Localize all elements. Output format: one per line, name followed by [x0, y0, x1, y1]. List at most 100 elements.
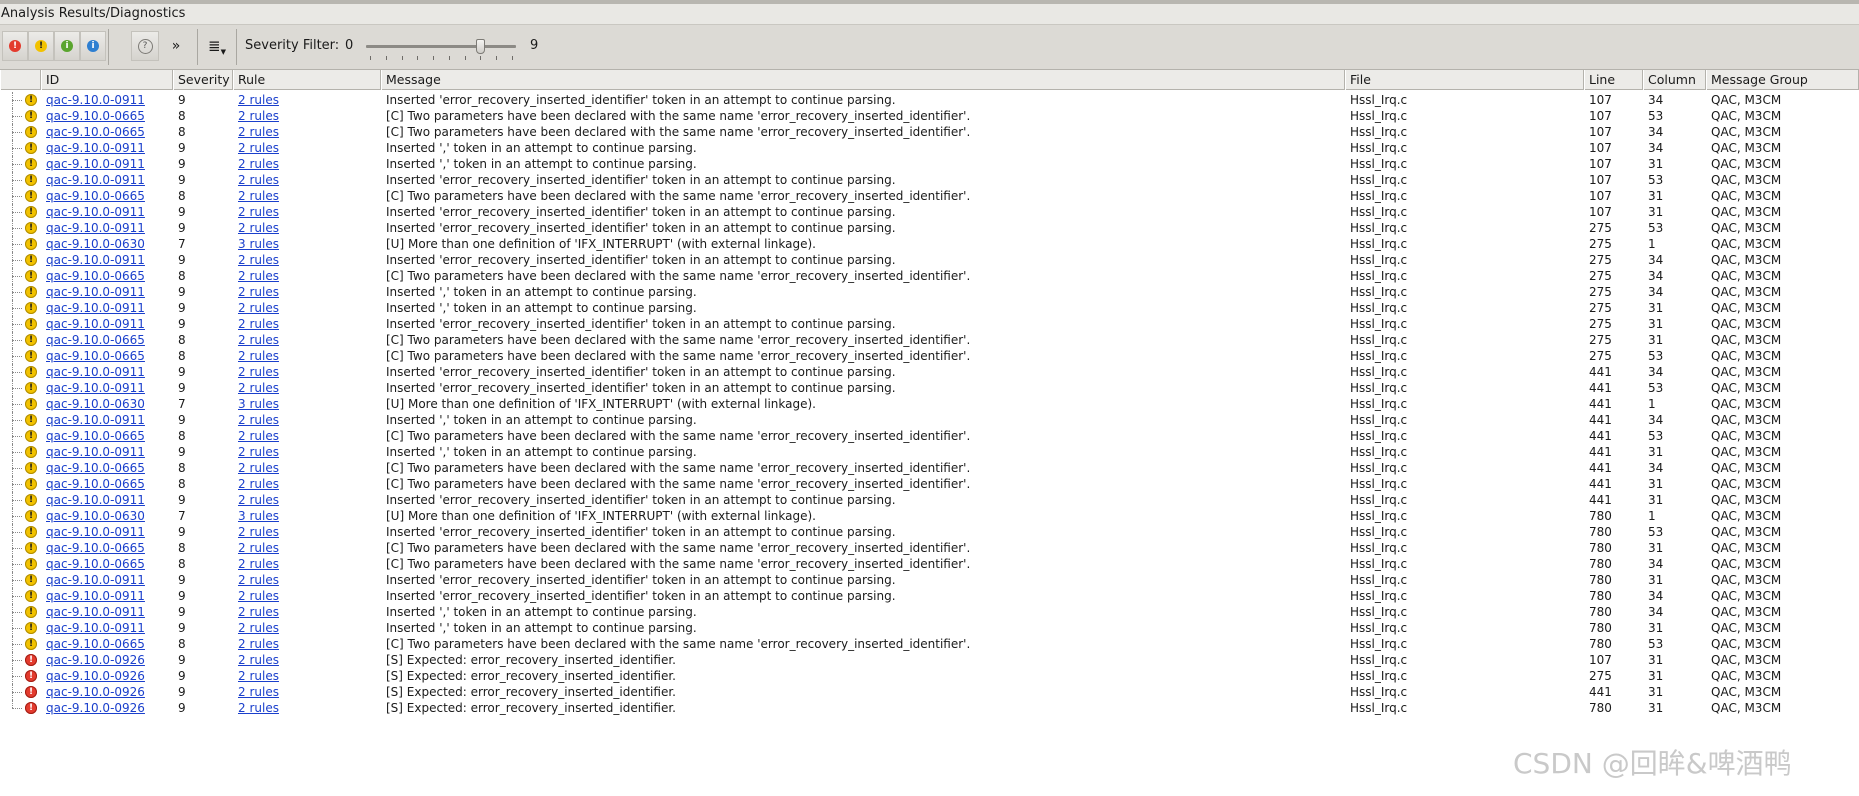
- cell-id[interactable]: qac-9.10.0-0911: [46, 588, 172, 604]
- cell-rule[interactable]: 2 rules: [238, 412, 380, 428]
- column-menu-button[interactable]: ≣ ▼: [203, 31, 231, 61]
- cell-rule[interactable]: 2 rules: [238, 364, 380, 380]
- table-row[interactable]: ! qac-9.10.0-0911 9 2 rules Inserted 'error_…: [0, 252, 1859, 268]
- slider-thumb[interactable]: [476, 39, 485, 54]
- cell-id[interactable]: qac-9.10.0-0911: [46, 316, 172, 332]
- table-row[interactable]: ! qac-9.10.0-0665 8 2 rules [C] Two paramete…: [0, 268, 1859, 284]
- cell-id[interactable]: qac-9.10.0-0665: [46, 540, 172, 556]
- cell-rule[interactable]: 2 rules: [238, 604, 380, 620]
- more-button[interactable]: »: [162, 31, 190, 61]
- cell-rule[interactable]: 3 rules: [238, 396, 380, 412]
- table-row[interactable]: ! qac-9.10.0-0911 9 2 rules Inserted 'error_…: [0, 380, 1859, 396]
- cell-rule[interactable]: 2 rules: [238, 652, 380, 668]
- table-row[interactable]: ! qac-9.10.0-0665 8 2 rules [C] Two paramete…: [0, 108, 1859, 124]
- cell-id[interactable]: qac-9.10.0-0911: [46, 620, 172, 636]
- header-col-severity[interactable]: Severity: [173, 70, 233, 90]
- cell-id[interactable]: qac-9.10.0-0665: [46, 124, 172, 140]
- table-row[interactable]: ! qac-9.10.0-0911 9 2 rules Inserted ',' tok…: [0, 140, 1859, 156]
- table-row[interactable]: ! qac-9.10.0-0665 8 2 rules [C] Two paramete…: [0, 636, 1859, 652]
- table-row[interactable]: ! qac-9.10.0-0926 9 2 rules [S] Expected: er…: [0, 684, 1859, 700]
- table-row[interactable]: ! qac-9.10.0-0926 9 2 rules [S] Expected: er…: [0, 700, 1859, 716]
- severity-slider[interactable]: [366, 39, 516, 63]
- cell-id[interactable]: qac-9.10.0-0665: [46, 428, 172, 444]
- table-row[interactable]: ! qac-9.10.0-0911 9 2 rules Inserted 'error_…: [0, 364, 1859, 380]
- cell-id[interactable]: qac-9.10.0-0665: [46, 108, 172, 124]
- table-row[interactable]: ! qac-9.10.0-0665 8 2 rules [C] Two paramete…: [0, 348, 1859, 364]
- cell-id[interactable]: qac-9.10.0-0911: [46, 156, 172, 172]
- warning-filter-button[interactable]: !: [28, 31, 54, 61]
- table-row[interactable]: ! qac-9.10.0-0911 9 2 rules Inserted 'error_…: [0, 204, 1859, 220]
- table-row[interactable]: ! qac-9.10.0-0911 9 2 rules Inserted 'error_…: [0, 588, 1859, 604]
- table-row[interactable]: ! qac-9.10.0-0665 8 2 rules [C] Two paramete…: [0, 556, 1859, 572]
- cell-rule[interactable]: 2 rules: [238, 284, 380, 300]
- cell-rule[interactable]: 2 rules: [238, 220, 380, 236]
- cell-rule[interactable]: 2 rules: [238, 348, 380, 364]
- cell-rule[interactable]: 2 rules: [238, 572, 380, 588]
- cell-id[interactable]: qac-9.10.0-0911: [46, 524, 172, 540]
- cell-id[interactable]: qac-9.10.0-0926: [46, 652, 172, 668]
- error-filter-button[interactable]: !: [2, 31, 28, 61]
- table-row[interactable]: ! qac-9.10.0-0911 9 2 rules Inserted ',' tok…: [0, 156, 1859, 172]
- table-row[interactable]: ! qac-9.10.0-0630 7 3 rules [U] More than on…: [0, 508, 1859, 524]
- cell-rule[interactable]: 2 rules: [238, 300, 380, 316]
- cell-id[interactable]: qac-9.10.0-0911: [46, 380, 172, 396]
- cell-id[interactable]: qac-9.10.0-0665: [46, 556, 172, 572]
- message-filter-button[interactable]: i: [80, 31, 106, 61]
- cell-id[interactable]: qac-9.10.0-0926: [46, 668, 172, 684]
- table-row[interactable]: ! qac-9.10.0-0911 9 2 rules Inserted ',' tok…: [0, 444, 1859, 460]
- cell-id[interactable]: qac-9.10.0-0926: [46, 684, 172, 700]
- cell-id[interactable]: qac-9.10.0-0911: [46, 604, 172, 620]
- table-row[interactable]: ! qac-9.10.0-0665 8 2 rules [C] Two paramete…: [0, 476, 1859, 492]
- cell-id[interactable]: qac-9.10.0-0911: [46, 220, 172, 236]
- cell-rule[interactable]: 2 rules: [238, 108, 380, 124]
- cell-rule[interactable]: 2 rules: [238, 492, 380, 508]
- cell-rule[interactable]: 2 rules: [238, 172, 380, 188]
- cell-id[interactable]: qac-9.10.0-0630: [46, 236, 172, 252]
- table-row[interactable]: ! qac-9.10.0-0911 9 2 rules Inserted ',' tok…: [0, 412, 1859, 428]
- table-row[interactable]: ! qac-9.10.0-0911 9 2 rules Inserted 'error_…: [0, 220, 1859, 236]
- table-row[interactable]: ! qac-9.10.0-0911 9 2 rules Inserted 'error_…: [0, 524, 1859, 540]
- table-row[interactable]: ! qac-9.10.0-0926 9 2 rules [S] Expected: er…: [0, 652, 1859, 668]
- table-row[interactable]: ! qac-9.10.0-0665 8 2 rules [C] Two paramete…: [0, 188, 1859, 204]
- cell-rule[interactable]: 2 rules: [238, 444, 380, 460]
- table-row[interactable]: ! qac-9.10.0-0911 9 2 rules Inserted 'error_…: [0, 172, 1859, 188]
- header-col-column[interactable]: Column: [1643, 70, 1706, 90]
- cell-id[interactable]: qac-9.10.0-0911: [46, 300, 172, 316]
- cell-id[interactable]: qac-9.10.0-0911: [46, 92, 172, 108]
- help-button[interactable]: ?: [131, 31, 159, 61]
- header-col-message[interactable]: Message: [381, 70, 1345, 90]
- info-filter-button[interactable]: i: [54, 31, 80, 61]
- header-col-line[interactable]: Line: [1584, 70, 1643, 90]
- header-col-id[interactable]: ID: [41, 70, 173, 90]
- cell-id[interactable]: qac-9.10.0-0665: [46, 188, 172, 204]
- cell-id[interactable]: qac-9.10.0-0630: [46, 508, 172, 524]
- cell-rule[interactable]: 3 rules: [238, 508, 380, 524]
- cell-rule[interactable]: 2 rules: [238, 252, 380, 268]
- table-row[interactable]: ! qac-9.10.0-0911 9 2 rules Inserted 'error_…: [0, 92, 1859, 108]
- cell-rule[interactable]: 2 rules: [238, 524, 380, 540]
- cell-id[interactable]: qac-9.10.0-0911: [46, 204, 172, 220]
- cell-rule[interactable]: 2 rules: [238, 268, 380, 284]
- cell-rule[interactable]: 2 rules: [238, 476, 380, 492]
- cell-rule[interactable]: 3 rules: [238, 236, 380, 252]
- cell-rule[interactable]: 2 rules: [238, 588, 380, 604]
- cell-id[interactable]: qac-9.10.0-0665: [46, 268, 172, 284]
- cell-id[interactable]: qac-9.10.0-0911: [46, 412, 172, 428]
- cell-rule[interactable]: 2 rules: [238, 156, 380, 172]
- header-col-file[interactable]: File: [1345, 70, 1584, 90]
- cell-id[interactable]: qac-9.10.0-0911: [46, 252, 172, 268]
- cell-id[interactable]: qac-9.10.0-0911: [46, 444, 172, 460]
- cell-id[interactable]: qac-9.10.0-0665: [46, 332, 172, 348]
- table-row[interactable]: ! qac-9.10.0-0911 9 2 rules Inserted 'error_…: [0, 572, 1859, 588]
- cell-rule[interactable]: 2 rules: [238, 636, 380, 652]
- table-row[interactable]: ! qac-9.10.0-0911 9 2 rules Inserted ',' tok…: [0, 284, 1859, 300]
- cell-rule[interactable]: 2 rules: [238, 92, 380, 108]
- table-row[interactable]: ! qac-9.10.0-0630 7 3 rules [U] More than on…: [0, 396, 1859, 412]
- cell-id[interactable]: qac-9.10.0-0911: [46, 364, 172, 380]
- cell-rule[interactable]: 2 rules: [238, 380, 380, 396]
- table-row[interactable]: ! qac-9.10.0-0911 9 2 rules Inserted ',' tok…: [0, 300, 1859, 316]
- cell-rule[interactable]: 2 rules: [238, 700, 380, 716]
- cell-rule[interactable]: 2 rules: [238, 124, 380, 140]
- cell-rule[interactable]: 2 rules: [238, 556, 380, 572]
- cell-rule[interactable]: 2 rules: [238, 540, 380, 556]
